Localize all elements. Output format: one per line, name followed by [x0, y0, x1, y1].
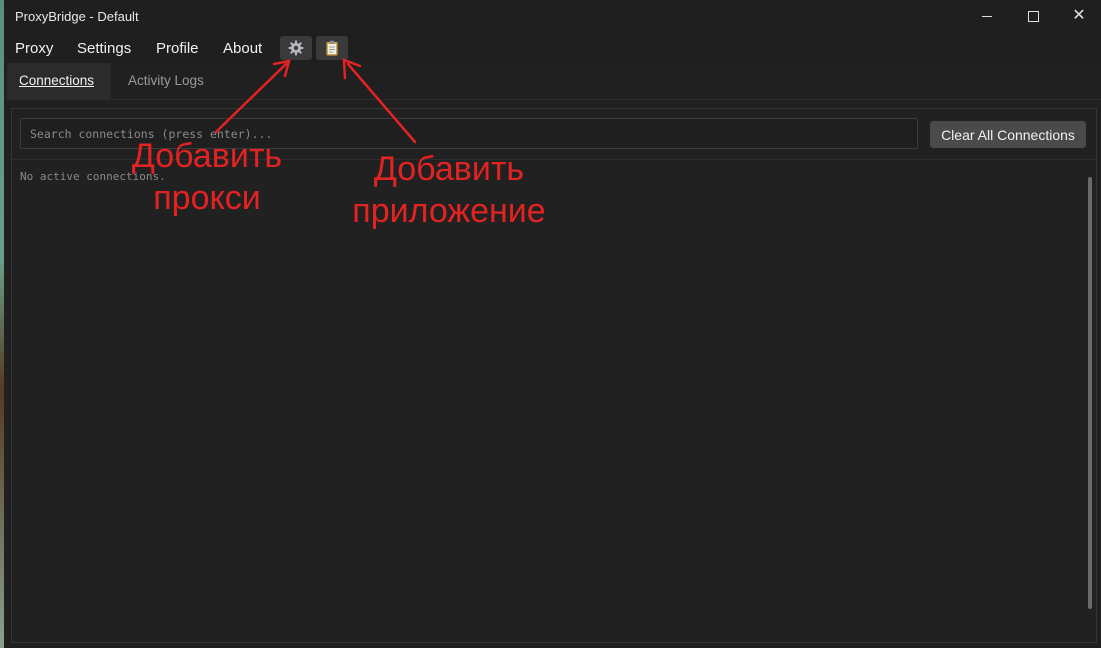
menu-settings[interactable]: Settings: [77, 40, 131, 57]
menu-profile[interactable]: Profile: [156, 40, 199, 57]
gear-icon: [288, 40, 304, 56]
menu-bar: Proxy Settings Profile About: [4, 32, 1101, 63]
scrollbar[interactable]: [1088, 177, 1092, 609]
maximize-icon: [1028, 11, 1039, 22]
annotation-add-proxy-text: Добавить прокси: [131, 137, 283, 217]
menu-about[interactable]: About: [223, 40, 262, 57]
clear-all-connections-button[interactable]: Clear All Connections: [930, 121, 1086, 148]
annotation-add-application: Добавить приложение: [326, 148, 572, 232]
tab-activity-logs-label: Activity Logs: [128, 73, 204, 88]
tab-bar: Connections Activity Logs: [4, 63, 1101, 100]
add-application-button[interactable]: [316, 36, 348, 60]
maximize-button[interactable]: [1010, 0, 1056, 32]
minimize-button[interactable]: [964, 0, 1010, 32]
tab-connections-label: Connections: [19, 73, 95, 88]
annotation-add-application-text: Добавить приложение: [352, 150, 546, 230]
window-title: ProxyBridge - Default: [15, 9, 139, 24]
menu-proxy[interactable]: Proxy: [15, 40, 53, 57]
add-proxy-button[interactable]: [280, 36, 312, 60]
screen: ProxyBridge - Default ✕ Proxy Settings P…: [0, 0, 1101, 648]
annotation-add-proxy: Добавить прокси: [112, 135, 302, 219]
close-button[interactable]: ✕: [1056, 0, 1101, 32]
app-window: ProxyBridge - Default ✕ Proxy Settings P…: [4, 0, 1101, 648]
close-icon: ✕: [1072, 7, 1086, 24]
clipboard-icon: [326, 40, 338, 56]
tab-activity-logs[interactable]: Activity Logs: [116, 63, 216, 99]
tab-connections[interactable]: Connections: [7, 63, 111, 99]
minimize-icon: [982, 16, 992, 17]
title-bar[interactable]: ProxyBridge - Default ✕: [4, 0, 1101, 32]
